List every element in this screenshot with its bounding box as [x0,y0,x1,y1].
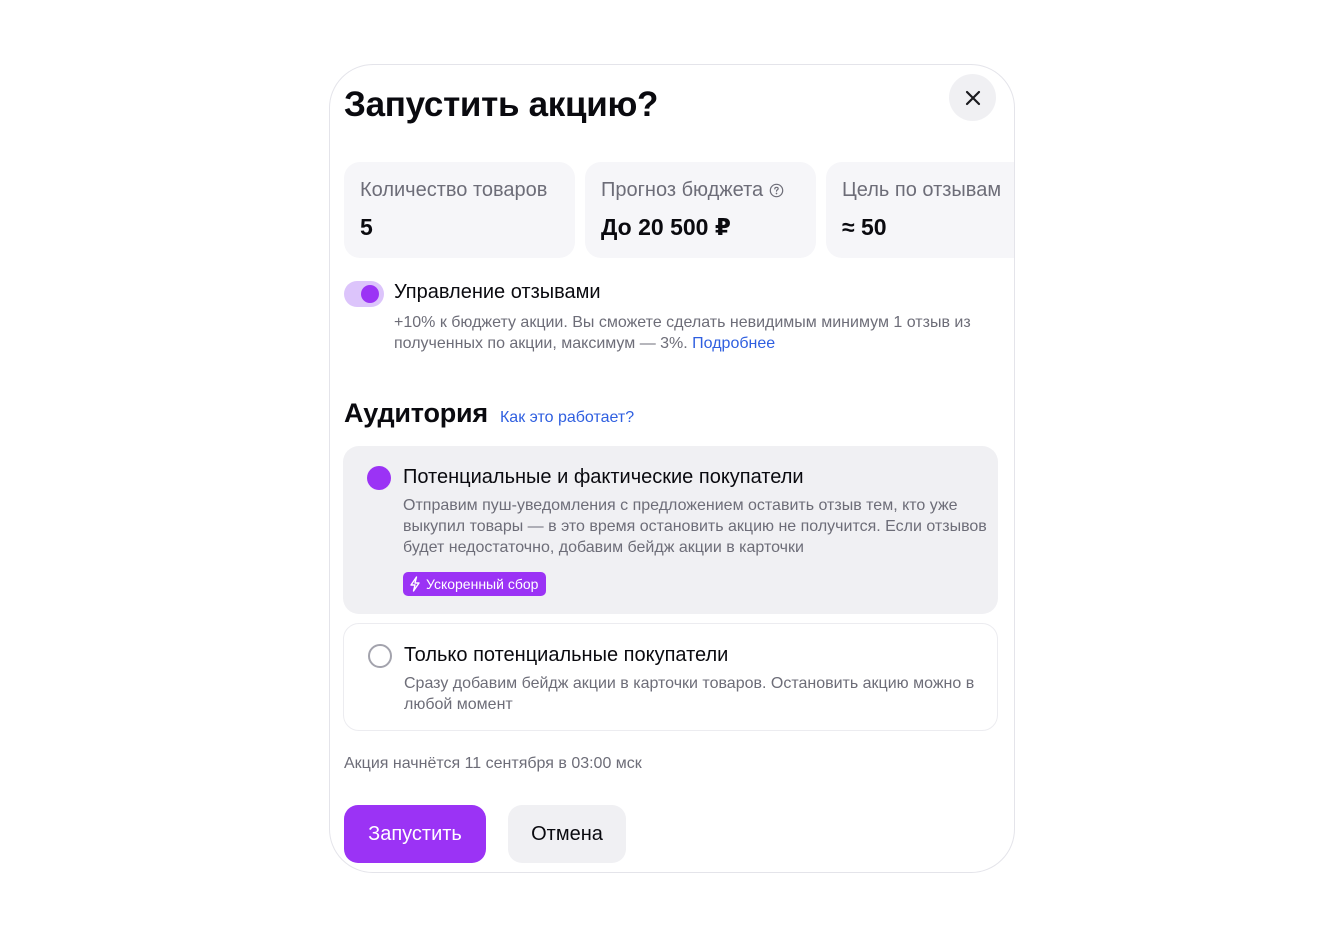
stat-card-products: Количество товаров 5 [344,162,575,258]
stat-card-review-goal: Цель по отзывам ≈ 50 [826,162,1014,258]
accelerated-badge: Ускоренный сбор [403,572,547,596]
option-description: Сразу добавим бейдж акции в карточки тов… [404,675,975,713]
stat-value: ≈ 50 [842,214,887,240]
help-circle-icon[interactable] [769,183,784,198]
stat-value: До 20 500 ₽ [601,214,731,240]
audience-title: Аудитория [344,398,488,428]
option-title: Только потенциальные покупатели [404,644,729,666]
launch-promo-dialog: Запустить акцию? Количество товаров 5 Пр… [329,64,1015,873]
toggle-knob [361,285,379,303]
stat-value: 5 [360,214,373,240]
review-management-toggle[interactable] [344,281,384,307]
audience-option-all-buyers[interactable]: Потенциальные и фактические покупатели О… [343,446,998,614]
radio-selected[interactable] [367,466,391,490]
audience-option-potential-buyers[interactable]: Только потенциальные покупатели Сразу до… [343,623,998,731]
option-title: Потенциальные и фактические покупатели [403,466,804,488]
how-it-works-link[interactable]: Как это работает? [500,409,634,427]
cancel-button[interactable]: Отмена [508,805,626,863]
stats-row: Количество товаров 5 Прогноз бюджета До … [344,162,1014,258]
review-management-label: Управление отзывами [394,281,601,303]
stat-label: Количество товаров [360,179,548,201]
stat-label: Цель по отзывам [842,179,1002,201]
review-management-description: +10% к бюджету акции. Вы сможете сделать… [394,314,971,352]
close-button[interactable] [949,74,996,121]
badge-label: Ускоренный сбор [426,576,539,592]
stat-label: Прогноз бюджета [601,179,764,201]
dialog-title: Запустить акцию? [344,85,659,124]
stat-card-budget: Прогноз бюджета До 20 500 ₽ [585,162,816,258]
close-icon [965,90,980,105]
more-info-link[interactable]: Подробнее [692,335,775,352]
lightning-icon [410,576,420,592]
start-date-note: Акция начнётся 11 сентября в 03:00 мск [344,755,642,772]
launch-button[interactable]: Запустить [344,805,486,863]
audience-header: Аудитория Как это работает? [344,398,634,429]
radio-unselected[interactable] [368,644,392,668]
option-description: Отправим пуш-уведомления с предложением … [403,497,987,556]
